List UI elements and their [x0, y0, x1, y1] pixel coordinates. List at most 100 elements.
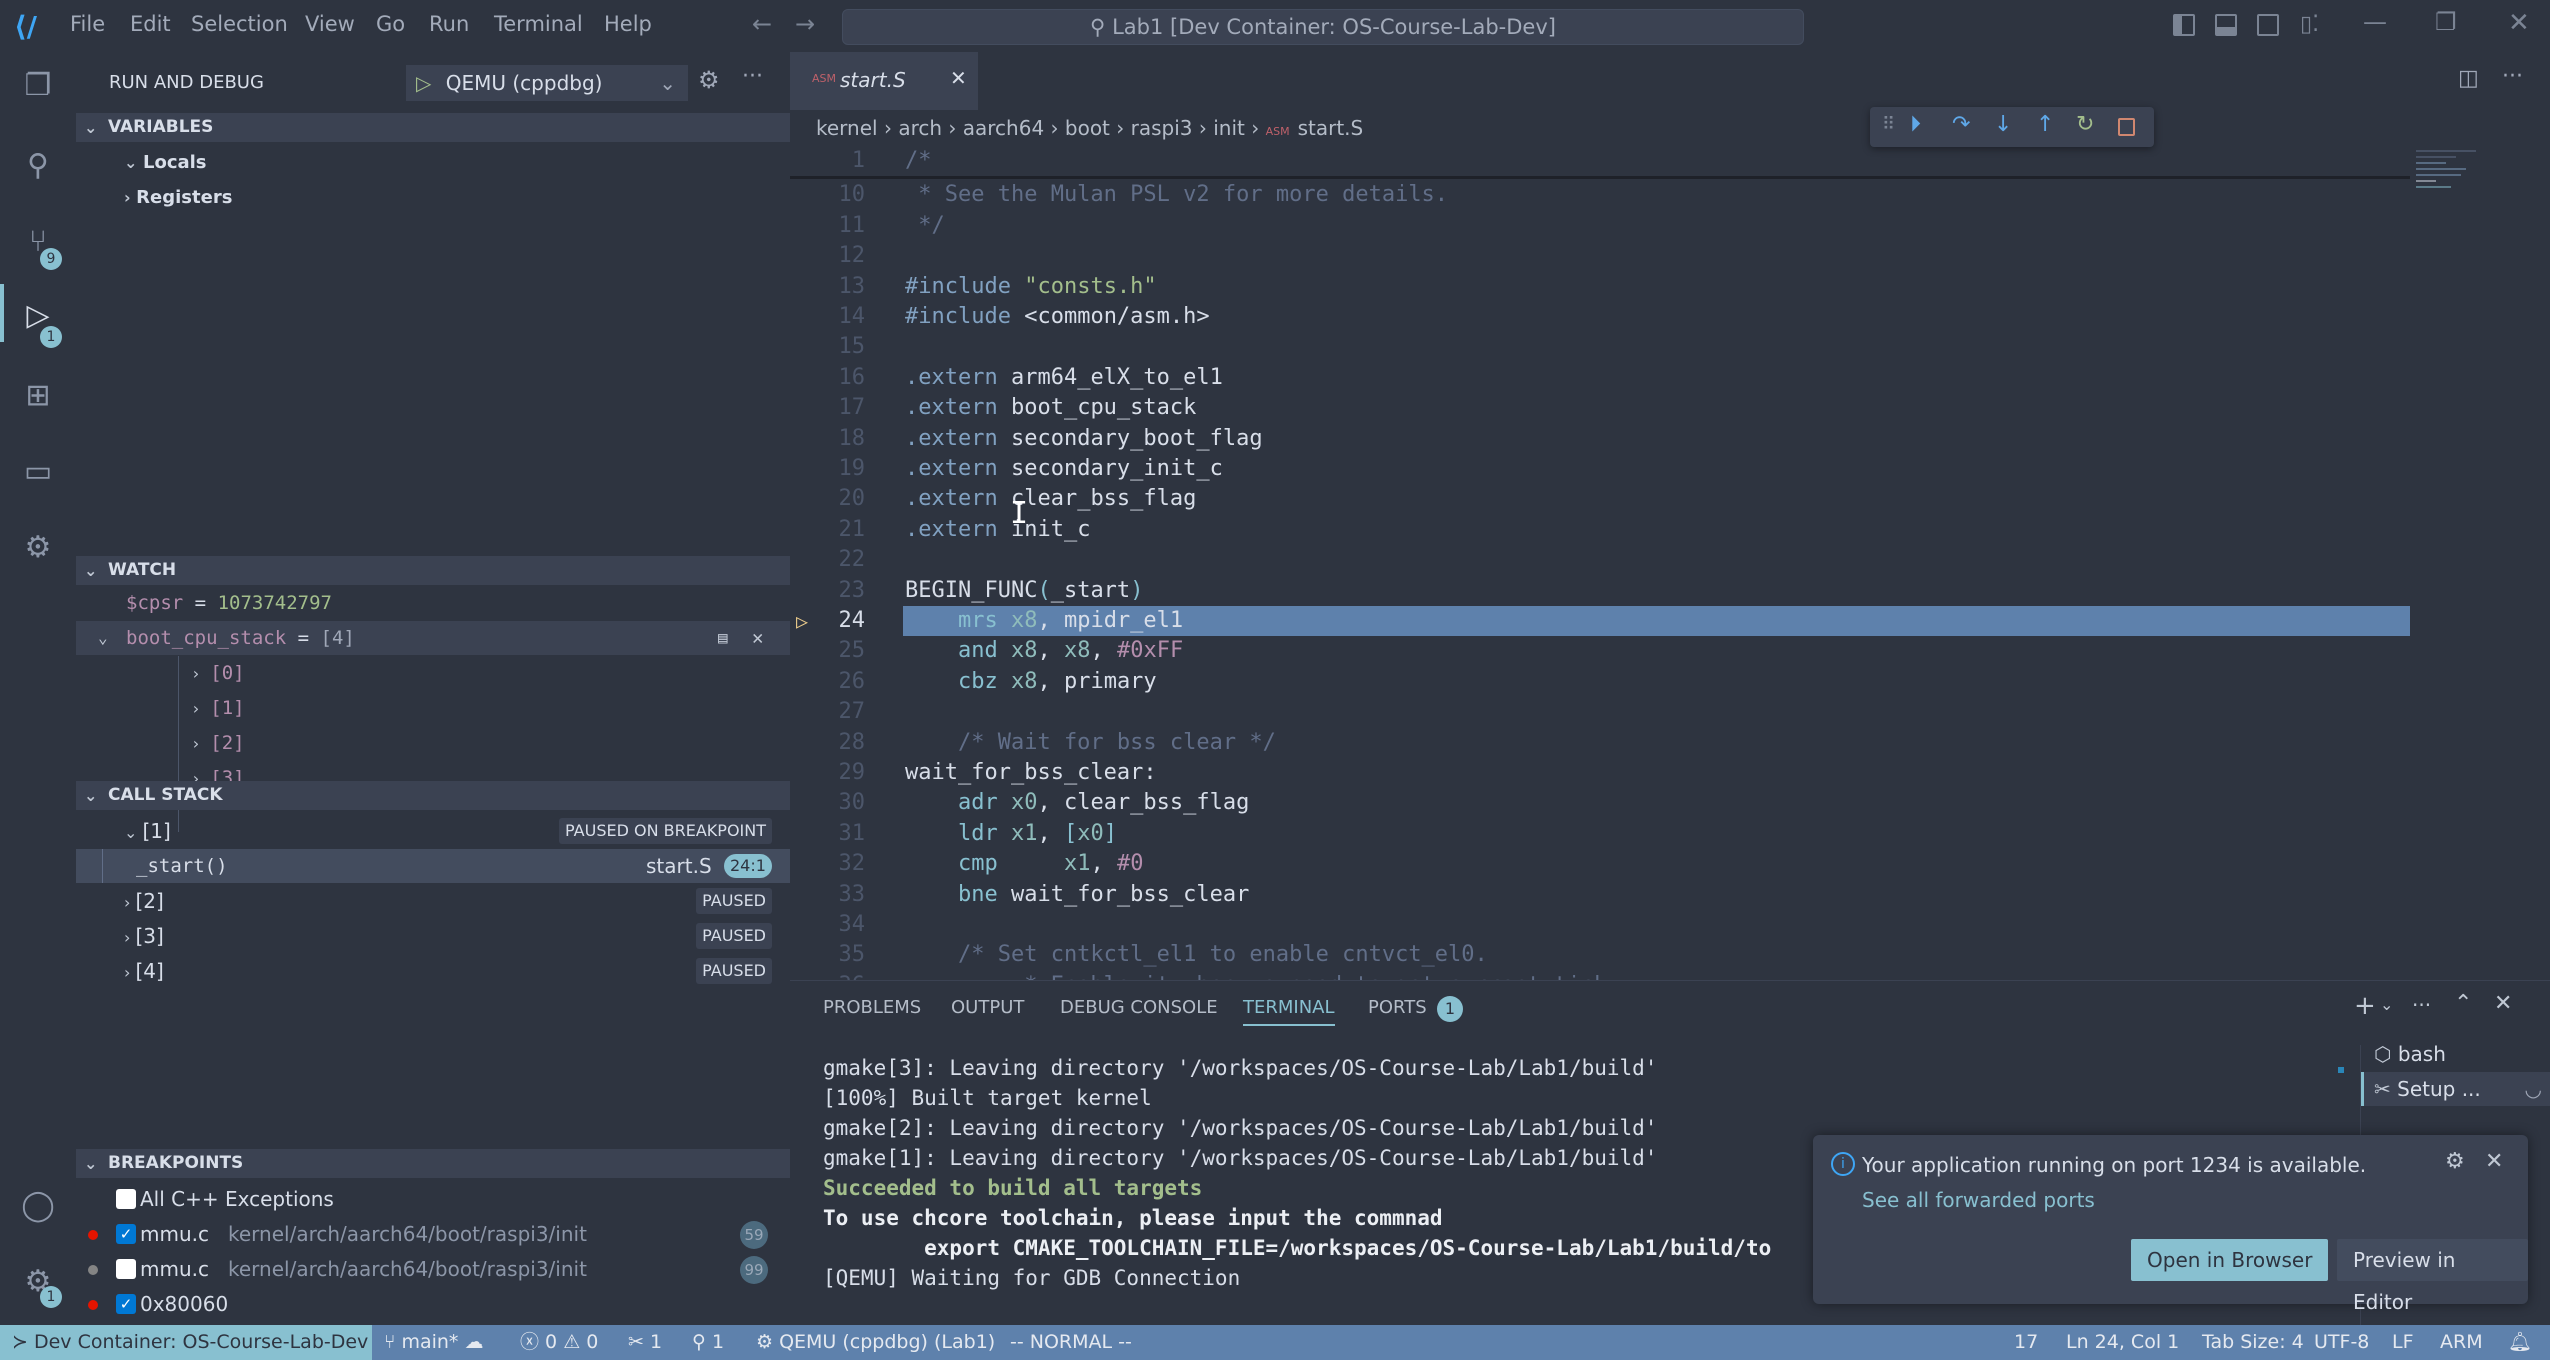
code-line[interactable]: 15 — [790, 332, 2410, 362]
menu-file[interactable]: File — [70, 12, 105, 36]
language-mode[interactable]: ARM — [2440, 1325, 2483, 1360]
tab-ports[interactable]: PORTS — [1368, 997, 1427, 1018]
forwarded-ports-link[interactable]: forwarded ports — [1935, 1188, 2094, 1212]
drag-handle-icon[interactable]: ⠿ — [1882, 114, 1895, 135]
code-line[interactable]: 34 — [790, 910, 2410, 940]
watch-header[interactable]: ⌄ WATCH — [76, 556, 790, 585]
breakpoint-checkbox[interactable]: ✓ — [116, 1224, 136, 1244]
forward-arrow-icon[interactable]: → — [795, 10, 815, 38]
close-panel-icon[interactable]: ✕ — [2494, 991, 2512, 1016]
close-tab-icon[interactable]: ✕ — [950, 66, 967, 90]
code-line[interactable]: 28 /* Wait for bss clear */ — [790, 728, 2410, 758]
watch-child[interactable]: › [2] — [76, 726, 790, 760]
debug-config-select[interactable]: ▷ QEMU (cppdbg) ⌄ — [406, 65, 688, 101]
tab-size[interactable]: Tab Size: 4 — [2202, 1325, 2304, 1360]
breakpoint-checkbox[interactable]: ✓ — [116, 1294, 136, 1314]
watch-child[interactable]: › [3] — [76, 761, 790, 781]
variables-header[interactable]: ⌄ VARIABLES — [76, 113, 790, 142]
breakpoint-item[interactable]: All C++ Exceptions — [76, 1182, 790, 1216]
minimize-icon[interactable]: — — [2363, 8, 2387, 36]
thread-item[interactable]: ⌄ [1] PAUSED ON BREAKPOINT — [76, 814, 790, 848]
menu-help[interactable]: Help — [604, 12, 652, 36]
code-line[interactable]: 22 — [790, 545, 2410, 575]
thread-item[interactable]: › [3] PAUSED — [76, 919, 790, 953]
tab-start-s[interactable]: ASM start.S ✕ — [790, 52, 978, 110]
code-line[interactable]: 20 .extern clear_bss_flag — [790, 484, 2410, 514]
tools-indicator[interactable]: ✂ 1 — [628, 1325, 662, 1360]
breadcrumb-item[interactable]: init — [1213, 116, 1245, 140]
restart-icon[interactable]: ↻ — [2076, 112, 2094, 137]
watch-child[interactable]: › [1] — [76, 691, 790, 725]
tab-debug-console[interactable]: DEBUG CONSOLE — [1060, 997, 1218, 1018]
see-all-ports-link[interactable]: See all — [1862, 1188, 1929, 1212]
step-into-icon[interactable]: ↓ — [1994, 112, 2012, 137]
breadcrumb-item[interactable]: aarch64 — [963, 116, 1044, 140]
encoding[interactable]: UTF-8 — [2314, 1325, 2369, 1360]
status-17[interactable]: 17 — [2014, 1325, 2038, 1360]
code-line[interactable]: 29 wait_for_bss_clear: — [790, 758, 2410, 788]
start-debug-icon[interactable]: ▷ — [416, 71, 431, 95]
breadcrumb-item[interactable]: start.S — [1298, 116, 1364, 140]
continue-icon[interactable]: ⏵ — [1910, 112, 1921, 137]
breakpoint-checkbox[interactable] — [116, 1259, 136, 1279]
code-line[interactable]: 17 .extern boot_cpu_stack — [790, 393, 2410, 423]
chevron-down-icon[interactable]: ⌄ — [2380, 995, 2393, 1014]
preview-in-editor-button[interactable]: Preview in Editor — [2337, 1239, 2528, 1314]
code-line[interactable]: 36 * Enable it when we need to get curre… — [790, 971, 2410, 980]
watch-expression-cpsr[interactable]: $cpsr = 1073742797 — [76, 586, 790, 620]
back-arrow-icon[interactable]: ← — [752, 10, 772, 38]
code-line[interactable]: 16 .extern arm64_elX_to_el1 — [790, 363, 2410, 393]
more-actions-icon[interactable]: ··· — [2412, 993, 2431, 1017]
tab-problems[interactable]: PROBLEMS — [823, 997, 921, 1018]
restore-icon[interactable]: ❐ — [2435, 8, 2457, 36]
code-line[interactable]: 26 cbz x8, primary — [790, 667, 2410, 697]
menu-edit[interactable]: Edit — [130, 12, 171, 36]
code-line[interactable]: 31 ldr x1, [x0] — [790, 819, 2410, 849]
call-stack-header[interactable]: ⌄ CALL STACK — [76, 781, 790, 810]
code-line[interactable]: 32 cmp x1, #0 — [790, 849, 2410, 879]
code-line[interactable]: 21 .extern init_c — [790, 515, 2410, 545]
breadcrumb-item[interactable]: raspi3 — [1131, 116, 1193, 140]
more-actions-icon[interactable]: ··· — [2502, 64, 2523, 89]
problems-indicator[interactable]: ⓧ 0 ⚠ 0 — [520, 1325, 598, 1360]
terminal-item-setup[interactable]: ✂ Setup ... ◡ — [2361, 1072, 2550, 1106]
close-window-icon[interactable]: ✕ — [2508, 8, 2530, 38]
gear-icon[interactable]: ⚙ — [2445, 1149, 2465, 1174]
toggle-sidebar-icon[interactable] — [2173, 14, 2195, 36]
watch-expression-boot-cpu-stack[interactable]: ⌄ boot_cpu_stack = [4] ▤ ✕ — [76, 621, 790, 655]
debug-indicator[interactable]: ⚙ QEMU (cppdbg) (Lab1) — [756, 1325, 995, 1360]
extensions-icon[interactable]: ⊞ — [18, 378, 58, 418]
menu-terminal[interactable]: Terminal — [494, 12, 583, 36]
tab-output[interactable]: OUTPUT — [951, 997, 1024, 1018]
gear-icon[interactable]: ⚙ — [698, 66, 720, 94]
code-line[interactable]: 35 /* Set cntkctl_el1 to enable cntvct_e… — [790, 940, 2410, 970]
code-line[interactable]: 14 #include <common/asm.h> — [790, 302, 2410, 332]
toggle-panel-icon[interactable] — [2215, 14, 2237, 36]
more-actions-icon[interactable]: ··· — [742, 64, 763, 89]
menu-selection[interactable]: Selection — [191, 12, 288, 36]
stop-icon[interactable] — [2118, 118, 2135, 136]
remote-indicator[interactable]: ≻ Dev Container: OS-Course-Lab-Dev — [0, 1325, 372, 1360]
breakpoints-header[interactable]: ⌄ BREAKPOINTS — [76, 1149, 790, 1178]
tab-terminal[interactable]: TERMINAL — [1243, 997, 1335, 1026]
terminal-item-bash[interactable]: ⬡ bash — [2362, 1037, 2550, 1071]
watch-child[interactable]: › [0] — [76, 656, 790, 690]
remote-explorer-icon[interactable]: ▭ — [18, 454, 58, 494]
toggle-secondary-sidebar-icon[interactable] — [2257, 14, 2279, 36]
code-line-current[interactable]: ▷ 24 mrs x8, mpidr_el1 — [790, 606, 2410, 636]
thread-item[interactable]: › [4] PAUSED — [76, 954, 790, 988]
close-notification-icon[interactable]: ✕ — [2485, 1149, 2503, 1174]
cursor-position[interactable]: Ln 24, Col 1 — [2066, 1325, 2179, 1360]
code-line[interactable]: 12 — [790, 241, 2410, 271]
explorer-icon[interactable]: ❐ — [18, 68, 58, 108]
remove-expression-icon[interactable]: ✕ — [752, 621, 763, 655]
maximize-panel-icon[interactable]: ⌃ — [2454, 991, 2472, 1016]
menu-view[interactable]: View — [305, 12, 355, 36]
ports-indicator[interactable]: ⚲ 1 — [692, 1325, 724, 1360]
variables-scope-registers[interactable]: › Registers — [76, 181, 790, 215]
branch-indicator[interactable]: ⑂ main* ☁ — [384, 1325, 483, 1360]
code-line[interactable]: 19 .extern secondary_init_c — [790, 454, 2410, 484]
breakpoint-checkbox[interactable] — [116, 1189, 136, 1209]
step-over-icon[interactable]: ↷ — [1952, 112, 1970, 137]
customize-layout-icon[interactable]: ▯⁚ — [2300, 12, 2319, 37]
